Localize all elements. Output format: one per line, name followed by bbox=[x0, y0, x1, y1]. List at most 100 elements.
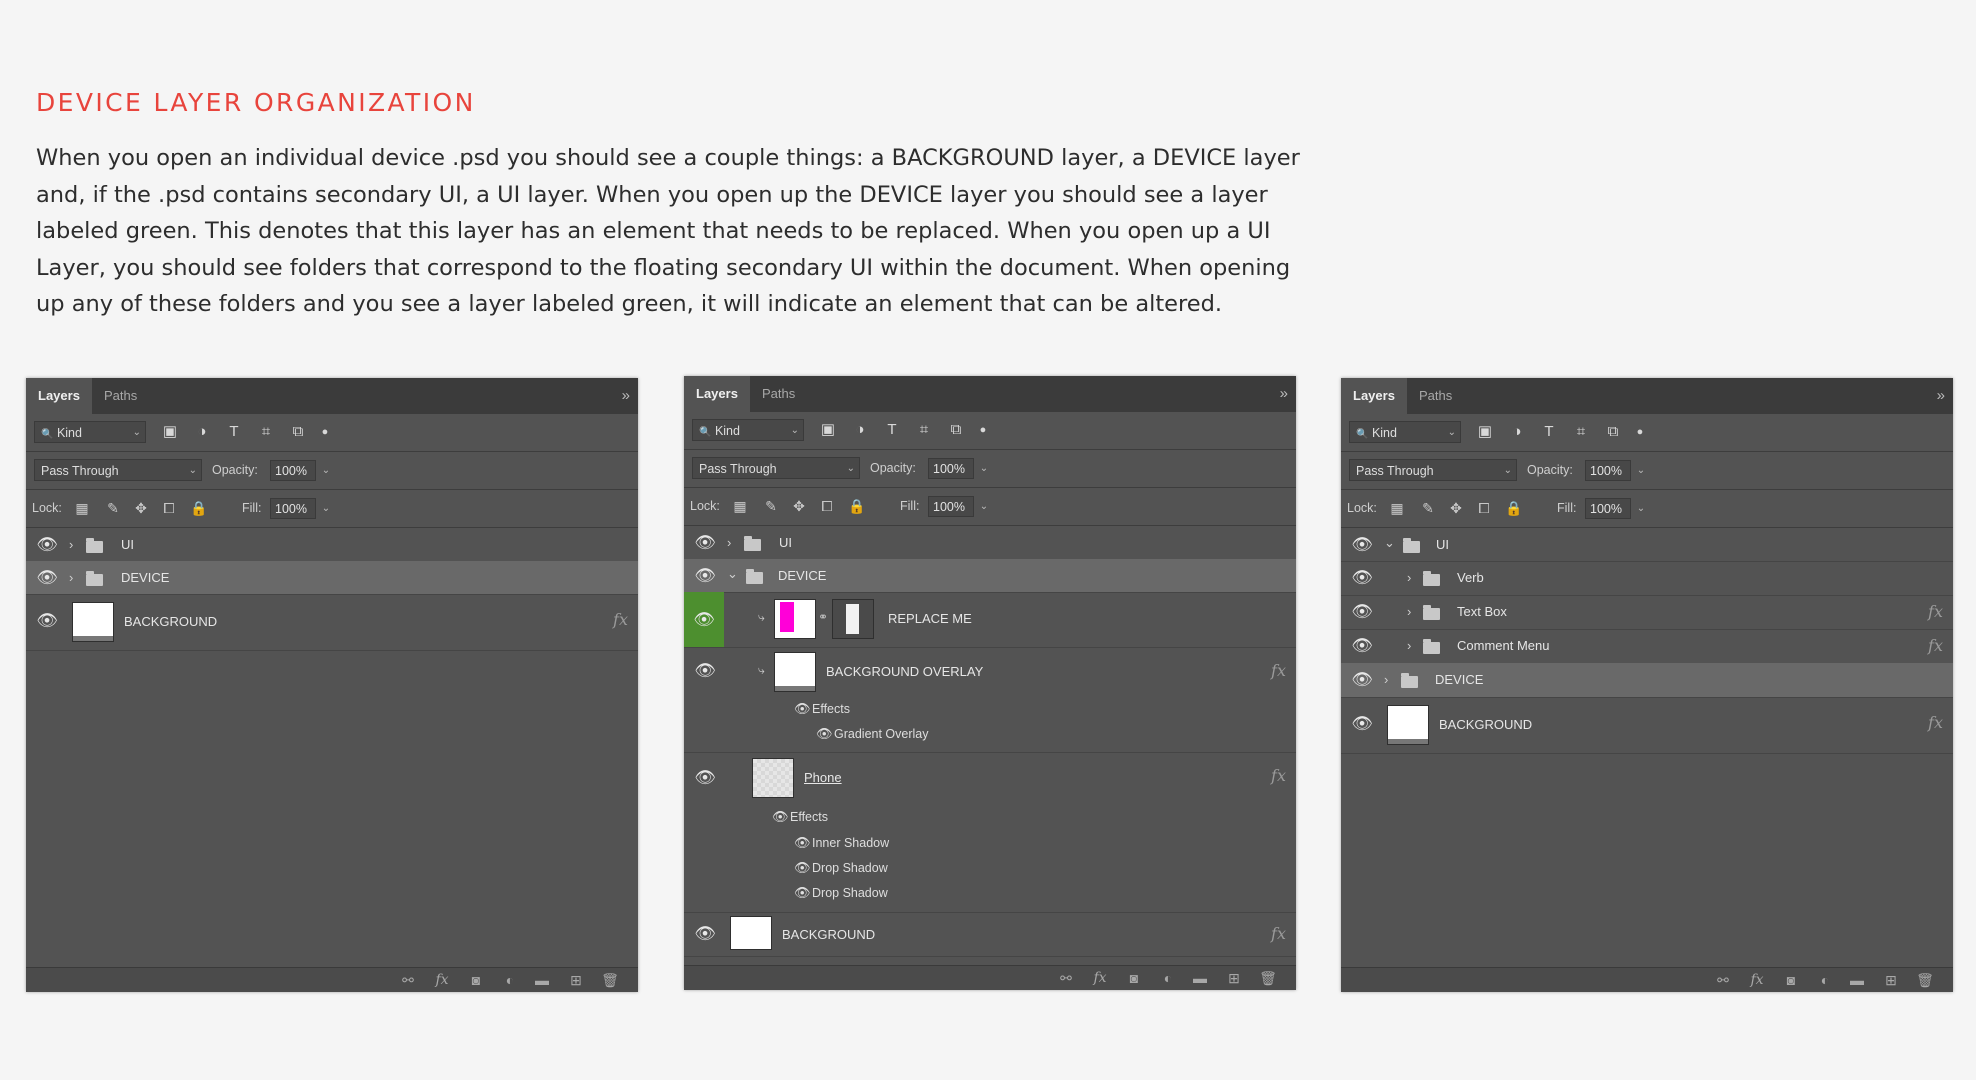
effect-item[interactable]: 👁Inner Shadow bbox=[794, 835, 889, 851]
eye-icon[interactable]: 👁 bbox=[694, 768, 716, 788]
eye-icon[interactable]: 👁 bbox=[36, 535, 58, 555]
trash-icon[interactable]: 🗑 bbox=[600, 971, 620, 989]
eye-icon[interactable]: 👁 bbox=[1351, 714, 1373, 734]
smart-object-filter-icon[interactable]: ⧉ bbox=[947, 421, 965, 439]
layer-row-background[interactable]: 👁 BACKGROUND fx bbox=[684, 912, 1296, 957]
shape-filter-icon[interactable]: ⌗ bbox=[257, 423, 275, 441]
layer-row-background-overlay[interactable]: 👁 ⤷ BACKGROUND OVERLAY fx 👁Effects 👁Grad… bbox=[684, 647, 1296, 753]
chevron-right-icon[interactable]: › bbox=[1407, 604, 1411, 619]
pixel-filter-icon[interactable]: ▣ bbox=[819, 421, 837, 439]
layer-row-device[interactable]: 👁 › DEVICE bbox=[1341, 663, 1953, 698]
layer-row-phone[interactable]: 👁 Phone fx 👁Effects 👁Inner Shadow 👁Drop … bbox=[684, 752, 1296, 913]
type-filter-icon[interactable]: T bbox=[1540, 423, 1558, 441]
lock-artboard-icon[interactable]: ⧠ bbox=[1475, 499, 1493, 517]
fx-icon[interactable]: fx bbox=[1271, 661, 1286, 680]
eye-icon[interactable]: 👁 bbox=[1351, 636, 1373, 656]
new-layer-icon[interactable]: ⊞ bbox=[1224, 969, 1244, 987]
eye-icon[interactable]: 👁 bbox=[694, 533, 716, 553]
fill-input[interactable]: 100% bbox=[928, 496, 974, 517]
eye-icon[interactable]: 👁 bbox=[694, 924, 716, 944]
effect-item[interactable]: 👁Gradient Overlay bbox=[816, 726, 928, 742]
chevron-down-icon[interactable]: ⌄ bbox=[1384, 535, 1395, 551]
fx-icon[interactable]: fx bbox=[1928, 713, 1943, 732]
opacity-input[interactable]: 100% bbox=[270, 460, 316, 481]
add-mask-icon[interactable]: ◙ bbox=[1124, 969, 1144, 987]
eye-icon[interactable]: 👁 bbox=[816, 726, 834, 742]
effect-item[interactable]: 👁Drop Shadow bbox=[794, 885, 888, 901]
fx-icon[interactable]: fx bbox=[613, 610, 628, 629]
blend-mode-select[interactable]: Pass Through ⌄ bbox=[1349, 459, 1517, 481]
new-group-icon[interactable]: ▬ bbox=[1847, 971, 1867, 989]
effects-group[interactable]: 👁Effects bbox=[772, 809, 828, 825]
lock-all-icon[interactable]: 🔒 bbox=[848, 497, 866, 515]
lock-artboard-icon[interactable]: ⧠ bbox=[160, 499, 178, 517]
link-layers-icon[interactable]: ⚯ bbox=[1713, 971, 1733, 989]
layer-row-background[interactable]: 👁 BACKGROUND fx bbox=[26, 594, 638, 651]
link-layers-icon[interactable]: ⚯ bbox=[1056, 969, 1076, 987]
chevron-right-icon[interactable]: › bbox=[1407, 638, 1411, 653]
lock-transparent-icon[interactable]: ▦ bbox=[1388, 499, 1406, 517]
lock-paint-icon[interactable]: ✎ bbox=[762, 497, 780, 515]
eye-icon[interactable]: 👁 bbox=[794, 860, 812, 876]
filter-toggle-icon[interactable]: ● bbox=[1631, 423, 1649, 441]
fill-input[interactable]: 100% bbox=[1585, 498, 1631, 519]
tab-paths[interactable]: Paths bbox=[1407, 378, 1464, 414]
layer-row-ui[interactable]: 👁 ⌄ UI bbox=[1341, 528, 1953, 562]
chevron-right-icon[interactable]: › bbox=[727, 535, 731, 550]
lock-all-icon[interactable]: 🔒 bbox=[1505, 499, 1523, 517]
add-style-icon[interactable]: fx bbox=[432, 971, 452, 989]
new-layer-icon[interactable]: ⊞ bbox=[1881, 971, 1901, 989]
new-group-icon[interactable]: ▬ bbox=[1190, 969, 1210, 987]
kind-filter-select[interactable]: 🔍 Kind ⌄ bbox=[692, 419, 804, 441]
new-fill-layer-icon[interactable]: ◐ bbox=[1815, 971, 1835, 989]
panel-collapse-icon[interactable]: » bbox=[622, 378, 630, 414]
fill-input[interactable]: 100% bbox=[270, 498, 316, 519]
tab-layers[interactable]: Layers bbox=[684, 376, 750, 412]
adjustment-filter-icon[interactable]: ◑ bbox=[851, 421, 869, 439]
kind-filter-select[interactable]: 🔍 Kind ⌄ bbox=[34, 421, 146, 443]
opacity-input[interactable]: 100% bbox=[1585, 460, 1631, 481]
layer-row-device[interactable]: 👁 › DEVICE bbox=[26, 561, 638, 595]
eye-icon[interactable]: 👁 bbox=[1351, 602, 1373, 622]
lock-transparent-icon[interactable]: ▦ bbox=[73, 499, 91, 517]
type-filter-icon[interactable]: T bbox=[883, 421, 901, 439]
layer-row-ui[interactable]: 👁 › UI bbox=[26, 528, 638, 562]
new-fill-layer-icon[interactable]: ◐ bbox=[500, 971, 520, 989]
lock-all-icon[interactable]: 🔒 bbox=[190, 499, 208, 517]
new-layer-icon[interactable]: ⊞ bbox=[566, 971, 586, 989]
eye-icon[interactable]: 👁 bbox=[794, 835, 812, 851]
adjustment-filter-icon[interactable]: ◑ bbox=[193, 423, 211, 441]
fx-icon[interactable]: fx bbox=[1271, 766, 1286, 785]
new-fill-layer-icon[interactable]: ◐ bbox=[1158, 969, 1178, 987]
lock-paint-icon[interactable]: ✎ bbox=[1419, 499, 1437, 517]
opacity-dropdown-icon[interactable]: ⌄ bbox=[1633, 460, 1649, 481]
effect-item[interactable]: 👁Drop Shadow bbox=[794, 860, 888, 876]
lock-move-icon[interactable]: ✥ bbox=[132, 499, 150, 517]
fill-dropdown-icon[interactable]: ⌄ bbox=[1633, 498, 1649, 519]
chain-link-icon[interactable]: ⚭ bbox=[818, 610, 828, 624]
fx-icon[interactable]: fx bbox=[1271, 924, 1286, 943]
layer-row-background[interactable]: 👁 BACKGROUND fx bbox=[1341, 697, 1953, 754]
eye-icon[interactable]: 👁 bbox=[1351, 670, 1373, 690]
tab-paths[interactable]: Paths bbox=[92, 378, 149, 414]
eye-icon[interactable]: 👁 bbox=[1351, 535, 1373, 555]
layer-row-text-box[interactable]: 👁 › Text Box fx bbox=[1341, 595, 1953, 630]
panel-collapse-icon[interactable]: » bbox=[1280, 376, 1288, 412]
layer-row-verb[interactable]: 👁 › Verb bbox=[1341, 561, 1953, 596]
new-group-icon[interactable]: ▬ bbox=[532, 971, 552, 989]
add-mask-icon[interactable]: ◙ bbox=[1781, 971, 1801, 989]
trash-icon[interactable]: 🗑 bbox=[1915, 971, 1935, 989]
smart-object-filter-icon[interactable]: ⧉ bbox=[289, 423, 307, 441]
effects-group[interactable]: 👁Effects bbox=[794, 701, 850, 717]
lock-paint-icon[interactable]: ✎ bbox=[104, 499, 122, 517]
shape-filter-icon[interactable]: ⌗ bbox=[915, 421, 933, 439]
tab-layers[interactable]: Layers bbox=[1341, 378, 1407, 414]
opacity-dropdown-icon[interactable]: ⌄ bbox=[976, 458, 992, 479]
pixel-filter-icon[interactable]: ▣ bbox=[161, 423, 179, 441]
fx-icon[interactable]: fx bbox=[1928, 636, 1943, 655]
fx-icon[interactable]: fx bbox=[1928, 602, 1943, 621]
layer-row-ui[interactable]: 👁 › UI bbox=[684, 526, 1296, 560]
kind-filter-select[interactable]: 🔍 Kind ⌄ bbox=[1349, 421, 1461, 443]
panel-collapse-icon[interactable]: » bbox=[1937, 378, 1945, 414]
tab-layers[interactable]: Layers bbox=[26, 378, 92, 414]
